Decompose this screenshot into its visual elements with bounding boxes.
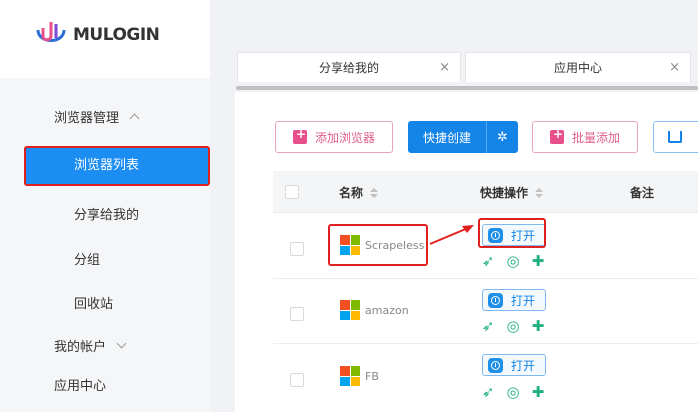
table-row[interactable]: FB 打开 ➶ ◎ ✚ <box>273 344 698 412</box>
sidebar-group-browser-mgmt[interactable]: 浏览器管理 <box>54 107 140 126</box>
open-button[interactable]: 打开 <box>482 289 546 311</box>
sidebar-menu <box>0 78 210 412</box>
browser-name: FB <box>365 370 379 383</box>
quick-ops-icons: ➶ ◎ ✚ <box>480 383 546 401</box>
table-row[interactable]: amazon 打开 ➶ ◎ ✚ <box>273 279 698 344</box>
windows-icon <box>340 366 360 386</box>
open-button[interactable]: 打开 <box>482 354 546 376</box>
batch-add-icon <box>549 127 564 144</box>
main-panel: 添加浏览器 快捷创建 ✲ 批量添加 名称 快捷操作 备注 Scrapeless <box>235 92 698 412</box>
sidebar-item-recycle-bin[interactable]: 回收站 <box>74 293 113 312</box>
select-all-checkbox[interactable] <box>285 185 299 199</box>
row-checkbox[interactable] <box>290 307 304 321</box>
row-checkbox[interactable] <box>290 373 304 387</box>
column-header-quick-ops[interactable]: 快捷操作 <box>480 184 544 201</box>
quick-create-label: 快捷创建 <box>422 130 471 145</box>
open-label: 打开 <box>511 358 536 373</box>
sidebar-group-label: 我的帐户 <box>54 340 107 355</box>
sort-icon[interactable] <box>370 187 379 198</box>
import-button[interactable] <box>653 121 698 153</box>
quick-ops-icons: ➶ ◎ ✚ <box>480 317 546 335</box>
batch-add-button[interactable]: 批量添加 <box>532 121 638 153</box>
add-browser-label: 添加浏览器 <box>314 130 375 145</box>
logo-text: MULOGIN <box>73 25 160 45</box>
add-browser-icon <box>292 127 307 144</box>
sidebar-item-browser-list[interactable]: 浏览器列表 <box>24 146 210 186</box>
rocket-icon[interactable]: ➶ <box>480 317 496 335</box>
tab-app-center[interactable]: 应用中心 × <box>465 52 691 82</box>
column-header-name[interactable]: 名称 <box>339 184 379 201</box>
sidebar: MULOGIN 浏览器管理 浏览器列表 分享给我的 分组 回收站 我的帐户 应用… <box>0 0 210 412</box>
sidebar-item-shared-with-me[interactable]: 分享给我的 <box>74 204 139 223</box>
puzzle-icon[interactable]: ✚ <box>530 317 546 335</box>
open-label: 打开 <box>511 293 536 308</box>
tab-shared-with-me[interactable]: 分享给我的 × <box>237 52 461 82</box>
sidebar-group-my-account[interactable]: 我的帐户 <box>54 336 127 355</box>
column-header-label: 名称 <box>339 186 364 200</box>
highlight-box <box>478 218 546 248</box>
rocket-icon[interactable]: ➶ <box>480 252 496 270</box>
clock-icon <box>488 292 503 308</box>
puzzle-icon[interactable]: ✚ <box>530 252 546 270</box>
tab-label: 应用中心 <box>553 61 602 75</box>
column-header-label: 备注 <box>630 186 655 200</box>
tab-bar: 分享给我的 × 应用中心 × <box>210 44 698 86</box>
sidebar-group-label: 浏览器管理 <box>54 111 120 126</box>
arrow-annotation <box>429 225 474 245</box>
sidebar-item-groups[interactable]: 分组 <box>74 249 100 268</box>
column-header-remark: 备注 <box>630 184 654 201</box>
sort-icon[interactable] <box>535 187 544 198</box>
import-icon <box>668 131 682 143</box>
logo: MULOGIN <box>34 18 160 52</box>
tab-label: 分享给我的 <box>318 61 379 75</box>
logo-icon <box>34 18 68 52</box>
chevron-down-icon <box>116 338 127 349</box>
highlight-box <box>328 224 428 266</box>
quick-ops-icons: ➶ ◎ ✚ <box>480 252 546 270</box>
tab-scroll-indicator <box>236 86 698 90</box>
close-icon[interactable]: × <box>669 60 680 75</box>
rocket-icon[interactable]: ➶ <box>480 383 496 401</box>
row-checkbox[interactable] <box>290 242 304 256</box>
spinner-icon[interactable]: ✲ <box>487 130 518 145</box>
close-icon[interactable]: × <box>439 60 450 75</box>
browser-name: amazon <box>365 304 409 317</box>
table-header: 名称 快捷操作 备注 <box>273 171 698 213</box>
fingerprint-icon[interactable]: ◎ <box>505 317 521 335</box>
chevron-up-icon <box>129 113 140 124</box>
fingerprint-icon[interactable]: ◎ <box>505 383 521 401</box>
windows-icon <box>340 300 360 320</box>
quick-create-button[interactable]: 快捷创建 ✲ <box>408 121 518 153</box>
column-header-label: 快捷操作 <box>480 186 529 200</box>
batch-add-label: 批量添加 <box>571 130 620 145</box>
sidebar-item-label: 应用中心 <box>54 379 107 394</box>
clock-icon <box>488 357 503 373</box>
add-browser-button[interactable]: 添加浏览器 <box>275 121 393 153</box>
puzzle-icon[interactable]: ✚ <box>530 383 546 401</box>
fingerprint-icon[interactable]: ◎ <box>505 252 521 270</box>
sidebar-item-app-center[interactable]: 应用中心 <box>54 375 106 394</box>
